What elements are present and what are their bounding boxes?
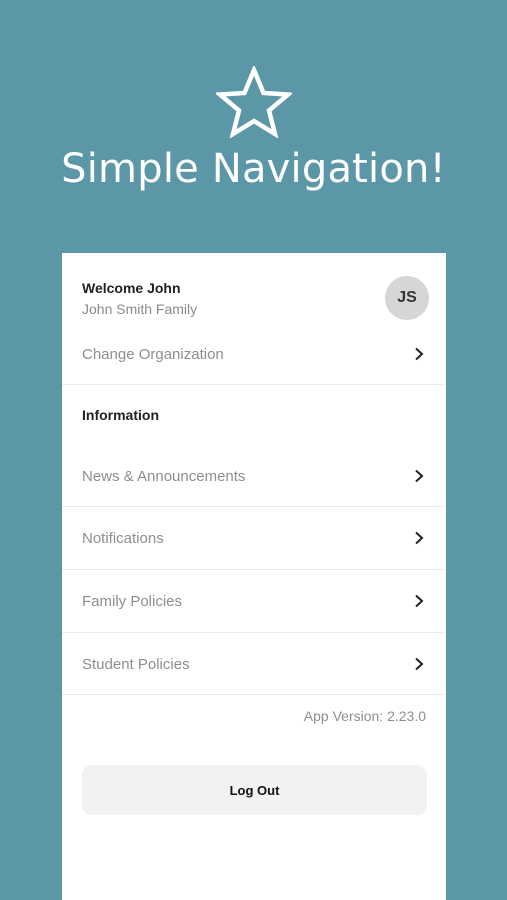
chevron-right-icon: [415, 594, 424, 608]
menu-item-label: Family Policies: [82, 592, 183, 610]
menu-item-label: Student Policies: [82, 655, 190, 673]
chevron-right-icon: [415, 347, 424, 361]
divider: [62, 694, 446, 695]
avatar[interactable]: JS: [385, 276, 429, 320]
star-icon: [216, 66, 292, 138]
menu-item-notifications[interactable]: Notifications: [62, 507, 446, 569]
navigation-panel: Welcome John John Smith Family JS Change…: [62, 253, 446, 900]
hero-title: Simple Navigation!: [61, 146, 446, 192]
divider: [62, 384, 446, 385]
menu-item-student-policies[interactable]: Student Policies: [62, 633, 446, 695]
app-screen: Simple Navigation! Welcome John John Smi…: [0, 0, 507, 900]
menu-item-family-policies[interactable]: Family Policies: [62, 570, 446, 632]
change-organization-label: Change Organization: [82, 345, 224, 363]
welcome-title: Welcome John: [82, 280, 181, 296]
log-out-button[interactable]: Log Out: [82, 765, 427, 815]
chevron-right-icon: [415, 531, 424, 545]
menu-item-label: News & Announcements: [82, 467, 246, 485]
chevron-right-icon: [415, 657, 424, 671]
menu-item-label: Notifications: [82, 529, 164, 547]
chevron-right-icon: [415, 469, 424, 483]
menu-item-news-announcements[interactable]: News & Announcements: [62, 446, 446, 506]
app-version: App Version: 2.23.0: [303, 708, 426, 724]
family-name: John Smith Family: [82, 301, 198, 317]
change-organization-row[interactable]: Change Organization: [62, 339, 446, 369]
section-title-information: Information: [82, 407, 159, 423]
welcome-block: Welcome John John Smith Family: [82, 280, 197, 317]
